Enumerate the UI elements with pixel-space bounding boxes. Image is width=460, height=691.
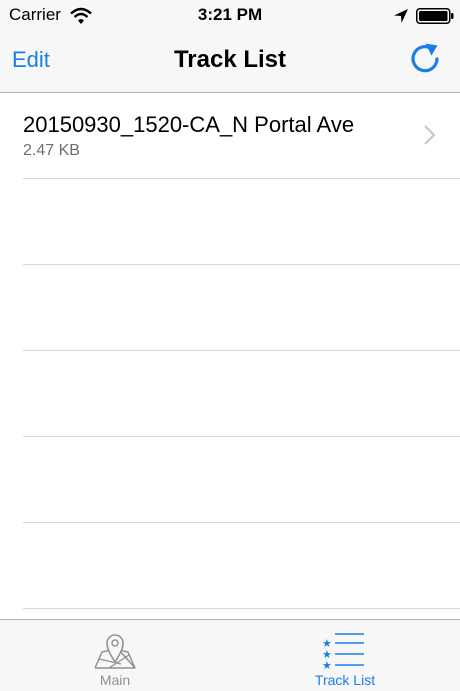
location-arrow-icon	[394, 9, 408, 23]
navigation-bar: Edit Track List	[0, 32, 460, 93]
tab-bar: Main ★ ★ ★ Track List	[0, 619, 460, 691]
empty-row-separator	[23, 523, 460, 609]
battery-icon	[416, 8, 454, 24]
tab-main[interactable]: Main	[0, 620, 230, 691]
empty-row-separator	[23, 351, 460, 437]
empty-row-separator	[23, 265, 460, 351]
list-icon: ★ ★ ★	[322, 633, 364, 672]
tab-track-list[interactable]: ★ ★ ★ Track List	[230, 620, 460, 691]
empty-row-separator	[23, 179, 460, 265]
status-bar: Carrier 3:21 PM	[0, 0, 460, 32]
page-title: Track List	[173, 46, 287, 73]
refresh-icon[interactable]	[408, 42, 442, 76]
track-list: 20150930_1520-CA_N Portal Ave 2.47 KB	[0, 93, 460, 619]
status-time: 3:21 PM	[197, 5, 263, 24]
map-pin-icon	[94, 634, 136, 669]
chevron-right-icon	[424, 125, 436, 145]
tab-track-list-label: Track List	[314, 672, 376, 688]
edit-button[interactable]: Edit	[12, 47, 50, 73]
track-row[interactable]: 20150930_1520-CA_N Portal Ave 2.47 KB	[23, 93, 460, 179]
svg-text:★: ★	[322, 659, 332, 672]
empty-row-separator	[23, 437, 460, 523]
tab-main-label: Main	[99, 672, 131, 688]
track-name: 20150930_1520-CA_N Portal Ave	[23, 112, 355, 137]
track-size: 2.47 KB	[23, 142, 80, 159]
